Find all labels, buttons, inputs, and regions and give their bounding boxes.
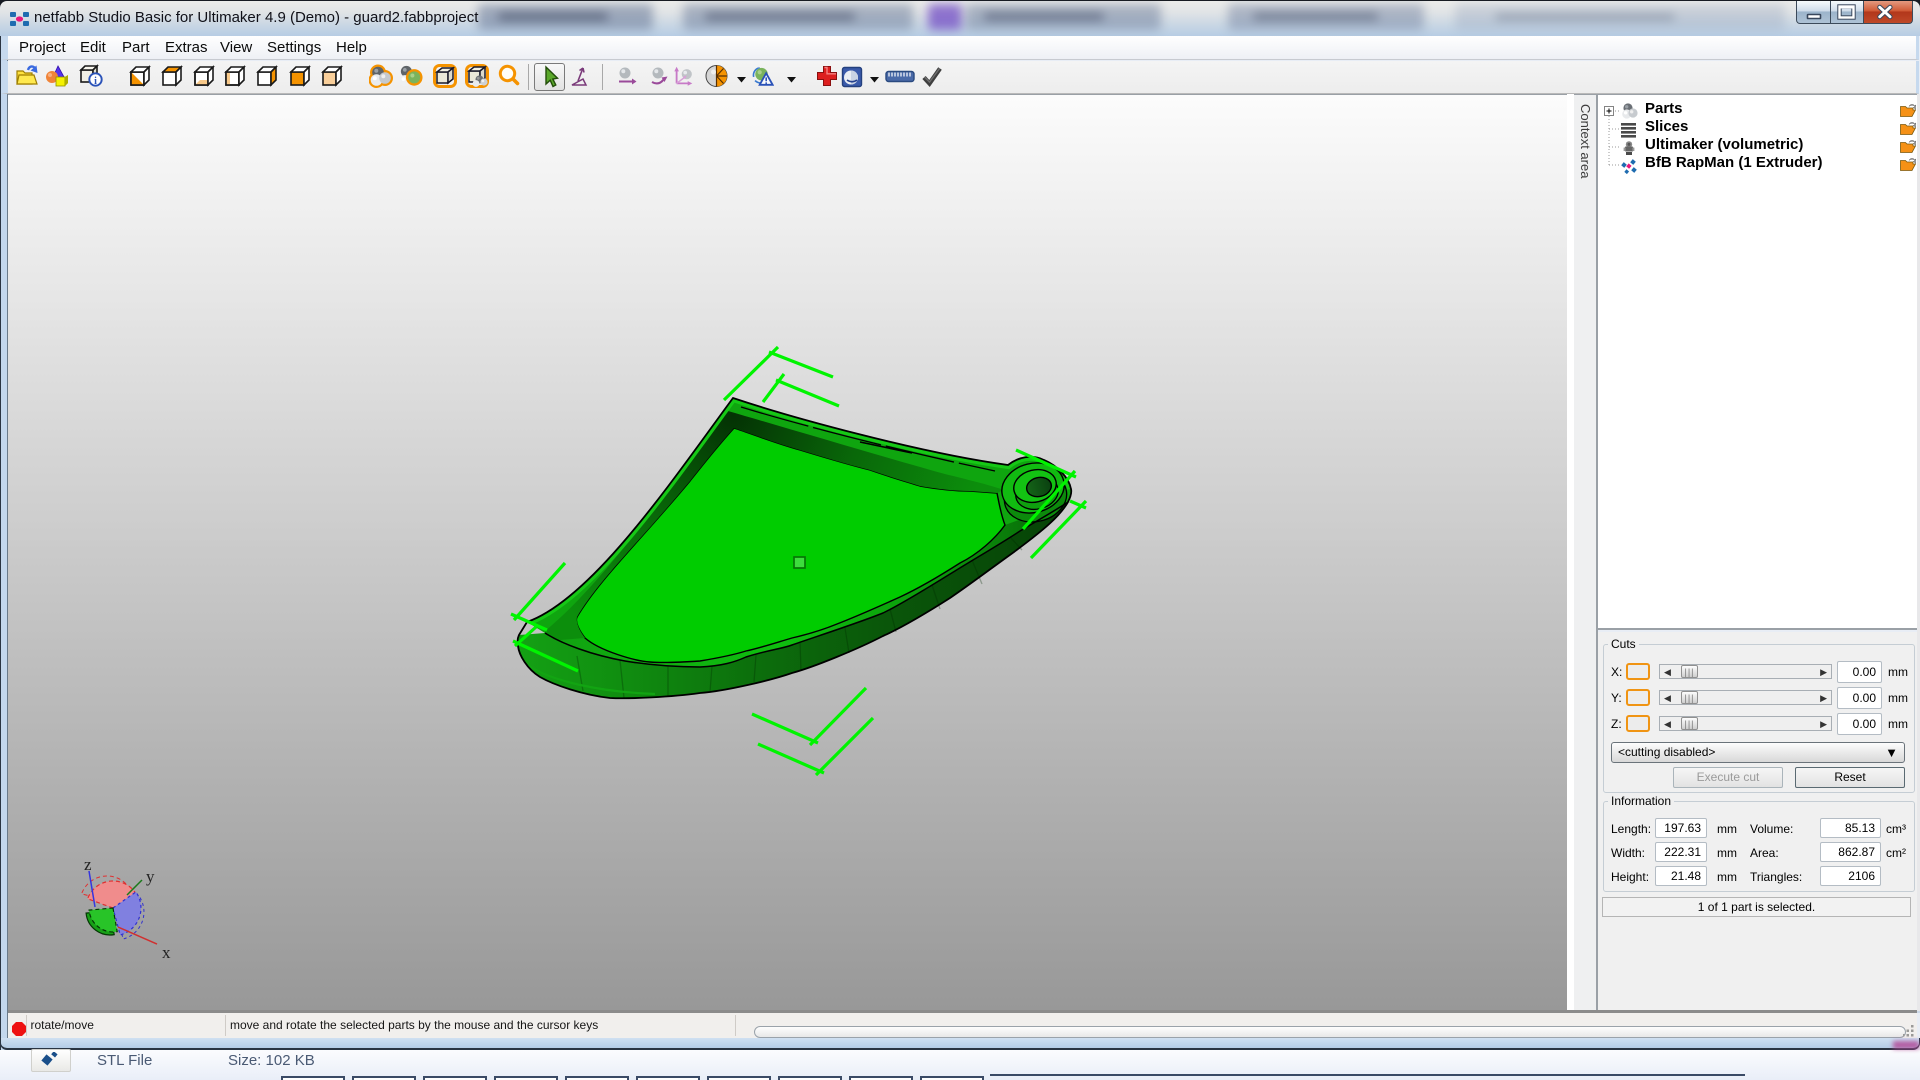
svg-text:z: z bbox=[84, 855, 92, 874]
svg-text:y: y bbox=[146, 867, 155, 886]
svg-text:i: i bbox=[94, 76, 97, 87]
svg-text:x: x bbox=[162, 943, 171, 962]
